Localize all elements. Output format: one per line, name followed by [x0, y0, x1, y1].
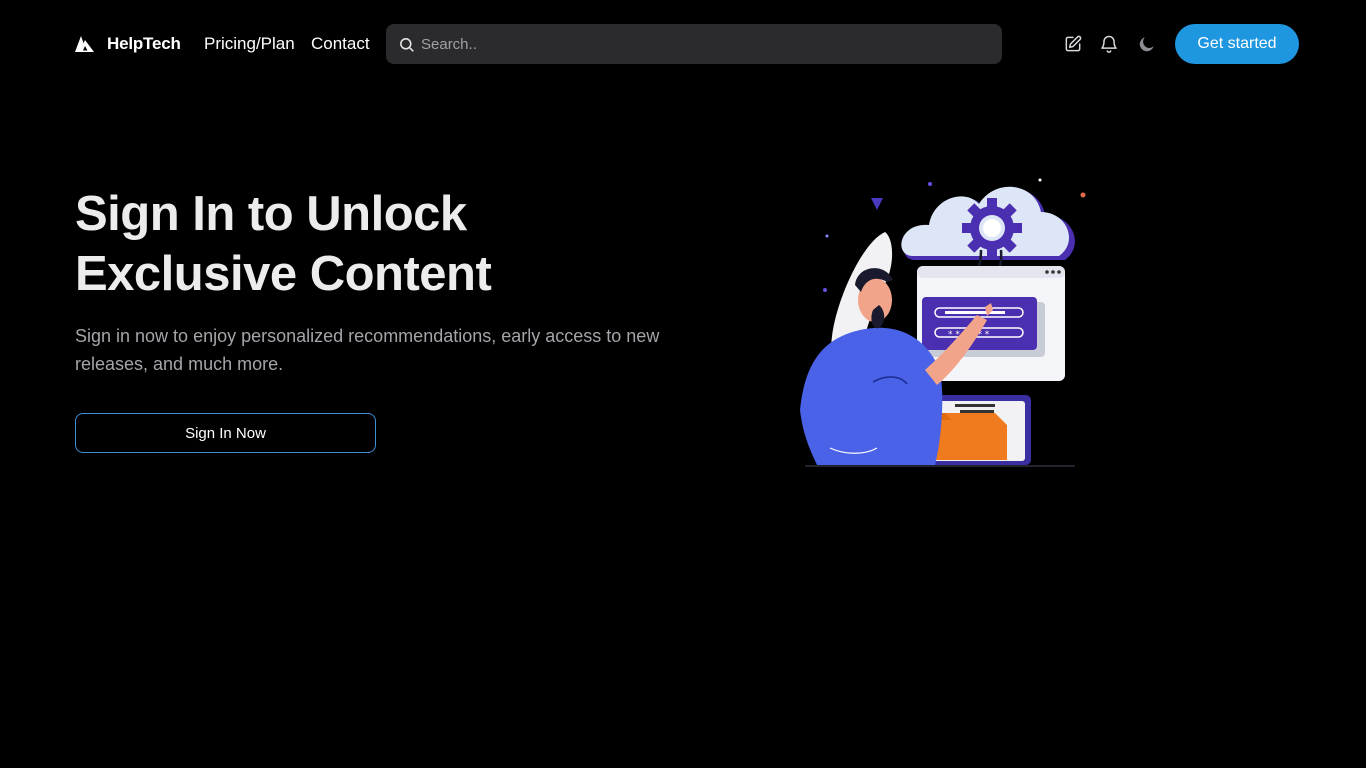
logo-icon — [75, 36, 94, 52]
navbar: HelpTech Pricing/Plan Contact Get starte… — [0, 0, 1366, 88]
brand-link[interactable]: HelpTech — [75, 33, 181, 55]
nav-link-contact[interactable]: Contact — [311, 34, 370, 54]
edit-icon — [1065, 35, 1082, 52]
brand-name: HelpTech — [107, 34, 181, 53]
hero-title: Sign In to Unlock Exclusive Content — [75, 184, 635, 304]
notifications-button[interactable] — [1098, 32, 1120, 56]
moon-icon — [1139, 37, 1154, 52]
edit-button[interactable] — [1062, 32, 1084, 56]
hero-subtitle: Sign in now to enjoy personalized recomm… — [75, 326, 660, 374]
search-input[interactable] — [421, 35, 981, 53]
search-bar[interactable] — [386, 24, 1002, 64]
hero-title-line1: Sign In to Unlock — [75, 187, 467, 241]
sign-in-button[interactable]: Sign In Now — [75, 413, 376, 453]
theme-toggle[interactable] — [1136, 32, 1158, 56]
search-icon — [400, 37, 414, 52]
bell-icon — [1101, 35, 1117, 53]
hero-title-line2: Exclusive Content — [75, 247, 492, 301]
get-started-button[interactable]: Get started — [1175, 24, 1299, 64]
login-illustration: * * * * * * — [800, 178, 1086, 467]
nav-link-pricing[interactable]: Pricing/Plan — [204, 34, 295, 54]
